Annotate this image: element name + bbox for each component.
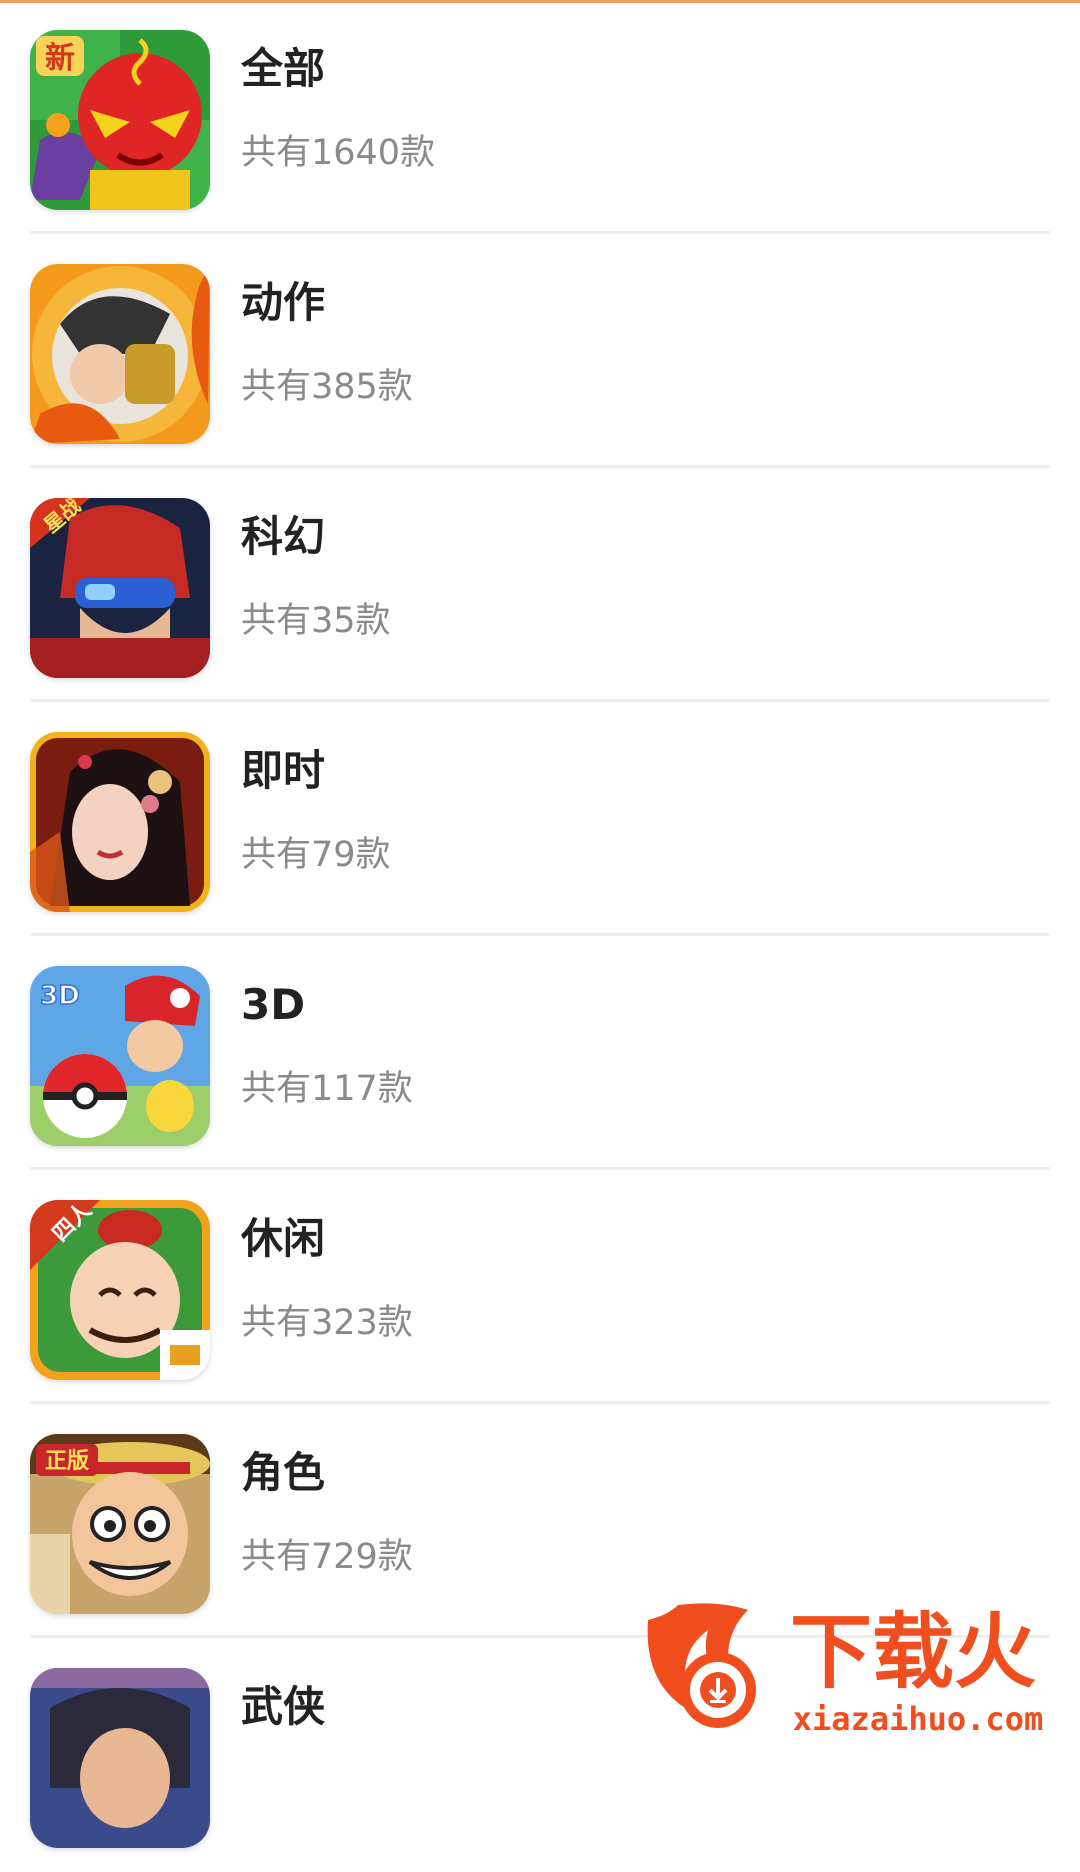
category-item-scifi[interactable]: 星战 科幻 共有35款: [30, 468, 1050, 702]
category-item-realtime[interactable]: 即时 共有79款: [30, 702, 1050, 936]
category-count: 共有323款: [241, 1303, 413, 1343]
icon-badge-text: 新: [45, 41, 75, 76]
pokeball-trainer-game-icon: 3D: [30, 966, 210, 1146]
category-count: 共有35款: [241, 601, 391, 641]
martial-hero-game-icon: [30, 1668, 210, 1848]
category-count: 共有79款: [241, 835, 391, 875]
category-count: 共有385款: [241, 367, 413, 407]
fire-warrior-game-icon: [30, 264, 210, 444]
category-title: 全部: [241, 44, 326, 93]
cartoon-landlord-game-icon: 四人: [30, 1200, 210, 1380]
category-count: 共有1640款: [241, 133, 436, 173]
pirate-hero-game-icon: 正版: [30, 1434, 210, 1614]
category-title: 即时: [241, 746, 326, 795]
ancient-princess-game-icon: [30, 732, 210, 912]
category-item-action[interactable]: 动作 共有385款: [30, 234, 1050, 468]
category-item-rpg[interactable]: 正版 角色 共有729款: [30, 1404, 1050, 1638]
category-title: 3D: [241, 980, 306, 1029]
sci-fi-soldier-game-icon: 星战: [30, 498, 210, 678]
category-title: 休闲: [241, 1214, 326, 1263]
category-count: 共有117款: [241, 1069, 413, 1109]
category-item-casual[interactable]: 四人 休闲 共有323款: [30, 1170, 1050, 1404]
icon-badge-text: 正版: [45, 1449, 89, 1474]
category-title: 武侠: [241, 1682, 326, 1731]
category-title: 动作: [241, 278, 326, 327]
red-monster-game-icon: 新: [30, 30, 210, 210]
category-item-3d[interactable]: 3D 3D 共有117款: [30, 936, 1050, 1170]
category-count: 共有729款: [241, 1537, 413, 1577]
icon-badge-text: 3D: [40, 981, 80, 1011]
category-title: 科幻: [241, 512, 326, 561]
category-item-all[interactable]: 新 全部 共有1640款: [30, 0, 1050, 234]
category-item-wuxia[interactable]: 武侠: [30, 1638, 1050, 1872]
category-title: 角色: [241, 1448, 326, 1497]
